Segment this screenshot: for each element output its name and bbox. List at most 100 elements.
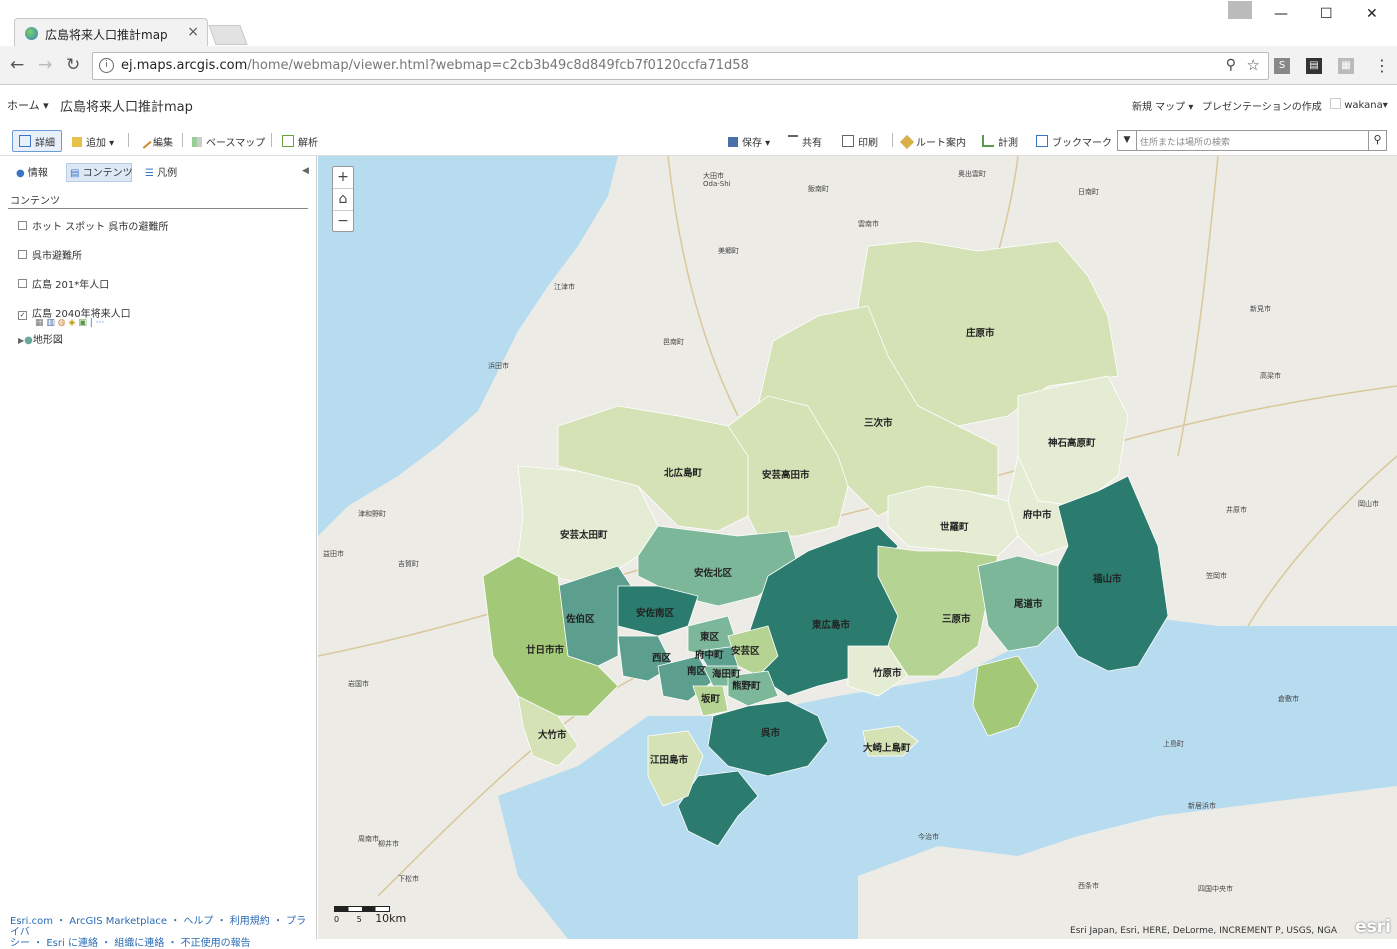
edit-label: 編集 bbox=[153, 138, 173, 149]
basemap-layer-label: 地形図 bbox=[32, 335, 63, 346]
label-akiota: 安芸太田町 bbox=[560, 529, 608, 541]
info-icon[interactable]: i bbox=[99, 58, 114, 73]
tab-close-icon[interactable]: × bbox=[187, 24, 199, 40]
home-extent-icon[interactable]: ⌂ bbox=[333, 189, 353, 211]
style-icon[interactable]: ◍ bbox=[58, 318, 66, 328]
bookmarks-button[interactable]: ブックマーク bbox=[1036, 134, 1112, 149]
back-arrow-icon[interactable]: ← bbox=[10, 55, 24, 75]
location-search[interactable]: ▼ 住所または場所の検索 ⚲ bbox=[1117, 130, 1387, 151]
minimize-button[interactable]: — bbox=[1274, 6, 1288, 22]
search-source-dropdown[interactable]: ▼ bbox=[1118, 131, 1137, 150]
toolbar-divider bbox=[892, 133, 893, 147]
zoom-magnifier-icon[interactable]: ⚲ bbox=[1226, 57, 1236, 73]
place-label: 美郷町 bbox=[718, 246, 739, 255]
footer-line-2[interactable]: シー ・ Esri に連絡 ・ 組織に連絡 ・ 不正使用の報告 bbox=[10, 938, 310, 949]
label-fuchu-town: 府中町 bbox=[695, 649, 724, 661]
map-view[interactable]: 庄原市 三次市 神石高原町 北広島町 安芸高田市 安芸太田町 世羅町 府中市 安… bbox=[318, 156, 1397, 939]
directions-button[interactable]: ルート案内 bbox=[899, 134, 966, 150]
maximize-button[interactable]: ☐ bbox=[1320, 6, 1333, 22]
analysis-button[interactable]: 解析 bbox=[282, 134, 318, 149]
forward-arrow-icon[interactable]: → bbox=[38, 55, 52, 75]
place-label: 岡山市 bbox=[1358, 499, 1379, 508]
print-button[interactable]: 印刷 bbox=[842, 134, 878, 149]
layer-checkbox[interactable] bbox=[18, 279, 27, 288]
place-label: 今治市 bbox=[918, 832, 939, 841]
user-menu[interactable]: wakana▾ bbox=[1330, 98, 1388, 111]
layer-checkbox[interactable] bbox=[18, 250, 27, 259]
place-label: 笠岡市 bbox=[1206, 571, 1227, 580]
more-options-icon[interactable]: | ··· bbox=[90, 318, 104, 328]
browser-chrome: 広島将来人口推計map × — ☐ ✕ ← → ↻ i ej.maps.arcg… bbox=[0, 0, 1397, 85]
legend-icon[interactable]: ▦ bbox=[35, 318, 44, 328]
toolbar-divider bbox=[128, 133, 129, 147]
label-otake: 大竹市 bbox=[538, 729, 567, 741]
bookmark-star-icon[interactable]: ☆ bbox=[1247, 56, 1260, 74]
basemap-label: ベースマップ bbox=[206, 138, 266, 149]
profile-icon[interactable] bbox=[1228, 1, 1252, 19]
search-icon[interactable]: ⚲ bbox=[1368, 131, 1386, 150]
address-bar[interactable]: i ej.maps.arcgis.com/home/webmap/viewer.… bbox=[92, 52, 1269, 80]
close-window-button[interactable]: ✕ bbox=[1366, 6, 1378, 22]
filter-icon[interactable]: ◈ bbox=[69, 318, 76, 328]
analysis-layer-icon[interactable]: ▣ bbox=[78, 318, 87, 328]
contents-divider bbox=[8, 208, 308, 209]
globe-favicon-icon bbox=[25, 27, 38, 40]
tab-legend-label: 凡例 bbox=[157, 168, 178, 179]
extension-film-icon[interactable]: ▤ bbox=[1306, 58, 1322, 74]
edit-button[interactable]: 編集 bbox=[136, 133, 173, 149]
browser-menu-icon[interactable]: ⋮ bbox=[1374, 56, 1390, 75]
layer-checkbox[interactable] bbox=[18, 221, 27, 230]
layer-label[interactable]: 広島 201*年人口 bbox=[32, 280, 109, 291]
reload-icon[interactable]: ↻ bbox=[66, 55, 80, 75]
measure-button[interactable]: 計測 bbox=[982, 134, 1018, 149]
collapse-sidebar-icon[interactable]: ◀ bbox=[302, 166, 309, 176]
floppy-disk-icon bbox=[728, 137, 738, 147]
zoom-in-button[interactable]: + bbox=[333, 167, 353, 189]
label-nishi: 西区 bbox=[652, 653, 672, 664]
layer-item[interactable]: 広島 201*年人口 bbox=[18, 276, 109, 291]
zoom-out-button[interactable]: − bbox=[333, 211, 353, 232]
layer-checkbox-checked[interactable]: ✓ bbox=[18, 311, 27, 320]
extension-grid-icon[interactable]: ▦ bbox=[1338, 58, 1354, 74]
tab-bar: 広島将来人口推計map × — ☐ ✕ bbox=[0, 0, 1397, 47]
tab-legend[interactable]: ☰ 凡例 bbox=[145, 164, 177, 179]
place-label: 益田市 bbox=[323, 549, 344, 558]
url-host: ej.maps.arcgis.com bbox=[121, 58, 248, 73]
basemap-layer-item[interactable]: ▶●地形図 bbox=[18, 331, 63, 346]
layer-label[interactable]: ホット スポット 呉市の避難所 bbox=[32, 222, 168, 233]
create-presentation-link[interactable]: プレゼンテーションの作成 bbox=[1202, 98, 1322, 113]
label-minami: 南区 bbox=[687, 665, 707, 677]
layer-item[interactable]: ホット スポット 呉市の避難所 bbox=[18, 218, 168, 233]
table-icon[interactable]: ▥ bbox=[46, 318, 55, 328]
analysis-icon bbox=[282, 135, 294, 147]
add-button[interactable]: 追加 ▾ bbox=[72, 134, 114, 149]
url-text[interactable]: ej.maps.arcgis.com/home/webmap/viewer.ht… bbox=[121, 58, 749, 73]
label-kumano: 熊野町 bbox=[732, 680, 761, 692]
tab-contents[interactable]: ▤ コンテンツ bbox=[70, 164, 133, 179]
basemap-button[interactable]: ベースマップ bbox=[192, 134, 265, 149]
share-button[interactable]: 共有 bbox=[788, 134, 822, 149]
basemap-grid-icon bbox=[192, 137, 202, 147]
region-sera[interactable] bbox=[887, 485, 1019, 557]
label-onomichi: 尾道市 bbox=[1013, 598, 1043, 610]
map-canvas: 庄原市 三次市 神石高原町 北広島町 安芸高田市 安芸太田町 世羅町 府中市 安… bbox=[318, 156, 1397, 939]
new-map-menu[interactable]: 新規 マップ ▾ bbox=[1132, 98, 1193, 113]
layer-item[interactable]: 呉市避難所 bbox=[18, 247, 82, 262]
home-menu[interactable]: ホーム ▾ bbox=[7, 97, 49, 113]
tab-info-label: 情報 bbox=[27, 168, 48, 179]
user-avatar-icon bbox=[1330, 98, 1341, 109]
layer-label[interactable]: 呉市避難所 bbox=[32, 251, 82, 262]
esri-logo: esri bbox=[1355, 917, 1391, 937]
place-label: 大田市 bbox=[703, 171, 724, 180]
print-label: 印刷 bbox=[858, 138, 878, 149]
footer-line-1[interactable]: Esri.com ・ ArcGIS Marketplace ・ ヘルプ ・ 利用… bbox=[10, 916, 310, 938]
details-button[interactable]: 詳細 bbox=[19, 134, 55, 149]
extension-s-icon[interactable]: S bbox=[1274, 58, 1290, 74]
browser-tab[interactable]: 広島将来人口推計map × bbox=[14, 18, 208, 47]
label-saka: 坂町 bbox=[701, 693, 721, 705]
new-tab-button[interactable] bbox=[208, 25, 248, 45]
save-button[interactable]: 保存 ▾ bbox=[728, 134, 770, 149]
route-diamond-icon bbox=[899, 134, 915, 150]
tab-info[interactable]: ● 情報 bbox=[16, 164, 48, 179]
directions-label: ルート案内 bbox=[916, 138, 966, 149]
